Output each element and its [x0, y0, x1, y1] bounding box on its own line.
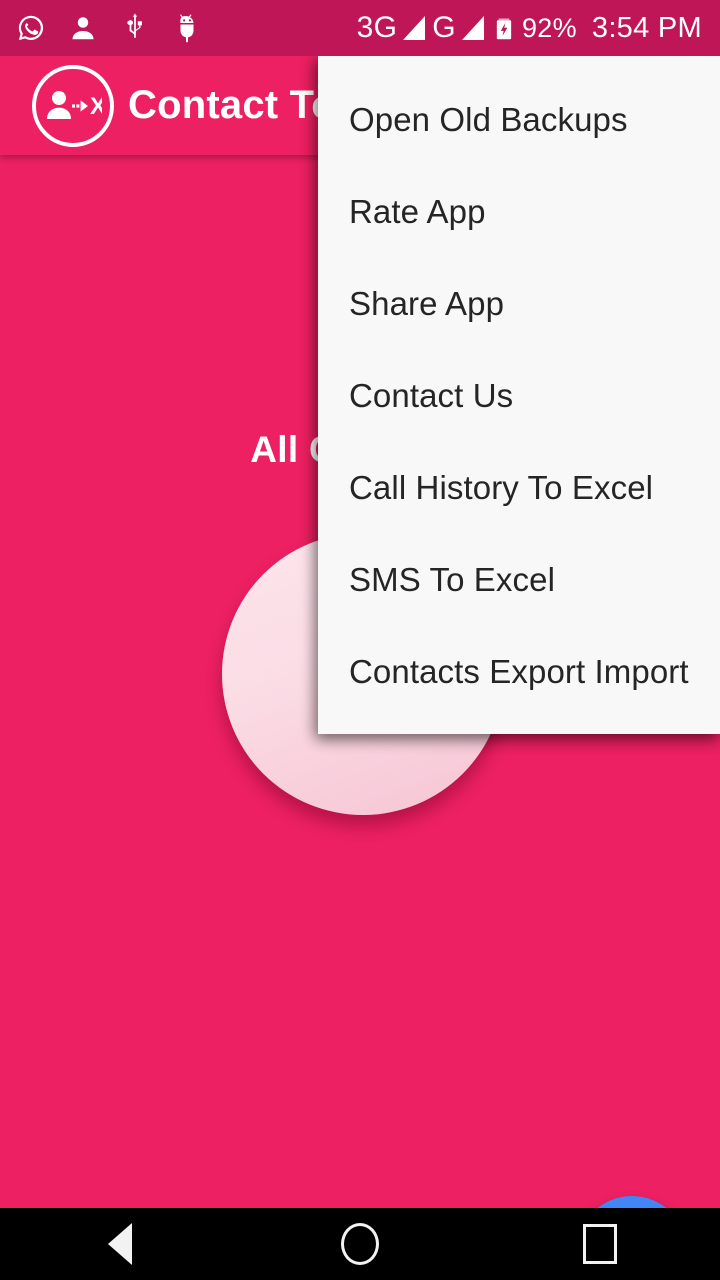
network-type-primary: 3G	[356, 11, 398, 44]
back-triangle-icon	[108, 1223, 132, 1265]
battery-charging-icon	[491, 13, 517, 43]
android-debug-icon	[172, 13, 202, 43]
recents-square-icon	[583, 1224, 617, 1264]
home-circle-icon	[341, 1223, 379, 1265]
menu-item-contact-us[interactable]: Contact Us	[318, 350, 720, 442]
nav-recents-button[interactable]	[480, 1208, 720, 1280]
android-navigation-bar	[0, 1208, 720, 1280]
app-title: Contact To	[128, 83, 336, 127]
signal-bars-icon-1	[403, 16, 426, 40]
menu-item-rate-app[interactable]: Rate App	[318, 166, 720, 258]
svg-text:X: X	[90, 93, 102, 120]
battery-percent-label: 92%	[521, 12, 577, 43]
menu-item-call-history-to-excel[interactable]: Call History To Excel	[318, 442, 720, 534]
contact-export-logo-icon: X	[32, 64, 114, 147]
status-bar: 3G G 92% 3:54 PM	[0, 0, 720, 56]
menu-item-share-app[interactable]: Share App	[318, 258, 720, 350]
menu-item-sms-to-excel[interactable]: SMS To Excel	[318, 534, 720, 626]
menu-item-contacts-export-import[interactable]: Contacts Export Import	[318, 626, 720, 718]
status-bar-clock: 3:54 PM	[591, 11, 702, 44]
whatsapp-icon	[16, 13, 46, 43]
status-bar-notification-icons	[16, 13, 202, 43]
menu-item-open-old-backups[interactable]: Open Old Backups	[318, 74, 720, 166]
contact-icon	[68, 13, 98, 43]
network-type-secondary: G	[432, 11, 456, 44]
status-bar-system-icons: 3G G 92% 3:54 PM	[357, 13, 702, 43]
nav-back-button[interactable]	[0, 1208, 240, 1280]
nav-home-button[interactable]	[240, 1208, 480, 1280]
signal-bars-icon-2	[461, 16, 484, 40]
android-screen: 3G G 92% 3:54 PM All Contacts E CON	[0, 0, 720, 1280]
usb-icon	[120, 13, 150, 43]
overflow-menu[interactable]: Open Old Backups Rate App Share App Cont…	[318, 56, 720, 734]
